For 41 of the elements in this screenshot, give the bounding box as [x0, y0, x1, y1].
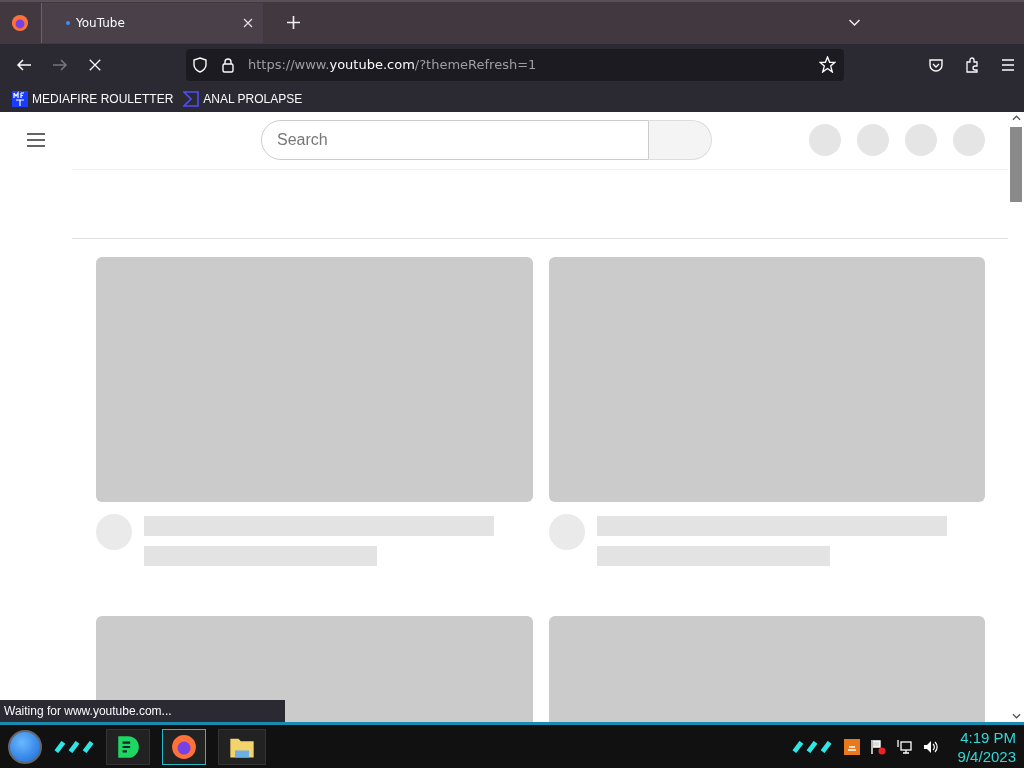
stop-icon[interactable]	[88, 57, 102, 72]
address-bar[interactable]: https://www.youtube.com/?themeRefresh=1	[186, 48, 844, 81]
placeholder-circle	[809, 124, 841, 157]
forward-icon[interactable]	[52, 56, 68, 73]
close-icon[interactable]	[243, 17, 253, 28]
star-icon[interactable]	[819, 56, 836, 74]
placeholder-circle	[857, 124, 889, 157]
menu-icon[interactable]	[27, 132, 45, 147]
clock-time: 4:19 PM	[960, 727, 1016, 747]
browser-app-icon[interactable]	[162, 728, 206, 765]
clock[interactable]: 4:19 PM 9/4/2023	[957, 727, 1016, 766]
browser-logo-icon[interactable]	[11, 13, 29, 32]
clock-date: 9/4/2023	[957, 746, 1016, 766]
bookmark[interactable]: ANAL PROLAPSE	[183, 90, 303, 107]
sigma-icon	[183, 90, 200, 107]
taskbar-decoration-drawing	[54, 740, 94, 753]
scroll-up-icon[interactable]	[1011, 114, 1021, 121]
shield-icon[interactable]	[192, 56, 208, 73]
start-button[interactable]	[8, 729, 42, 764]
placeholder-circle	[905, 124, 937, 157]
chevron-down-icon[interactable]	[848, 18, 861, 27]
puzzle-icon[interactable]	[964, 56, 980, 73]
tray-app-icon[interactable]	[843, 738, 860, 755]
back-icon[interactable]	[16, 56, 32, 73]
browser-tab[interactable]: YouTube	[41, 2, 263, 43]
music-app-icon[interactable]	[106, 728, 150, 765]
scroll-down-icon[interactable]	[1011, 713, 1021, 720]
bookmark-favicon-icon	[12, 90, 28, 107]
folder-icon[interactable]	[218, 728, 266, 765]
bookmark[interactable]: MEDIAFIRE ROULETTER	[12, 90, 174, 107]
new-tab-icon[interactable]	[287, 16, 300, 30]
status-text: Waiting for www.youtube.com...	[0, 700, 285, 723]
scrollbar-thumb[interactable]	[1010, 126, 1022, 202]
network-icon[interactable]	[895, 738, 912, 755]
search-field[interactable]: Search	[261, 120, 649, 161]
pocket-icon[interactable]	[928, 56, 944, 73]
placeholder-circle	[953, 124, 985, 157]
menu-icon[interactable]	[1000, 56, 1016, 73]
flag-icon[interactable]	[869, 738, 886, 755]
taskbar-decoration-drawing	[791, 740, 832, 753]
lock-icon[interactable]	[220, 56, 236, 73]
